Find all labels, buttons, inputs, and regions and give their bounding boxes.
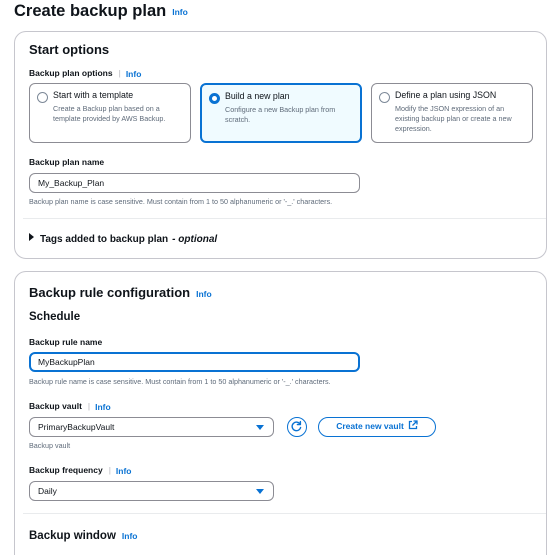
- radio-json[interactable]: [379, 92, 390, 103]
- plan-options-info-link[interactable]: Info: [126, 69, 142, 79]
- page-title: Create backup plan Info: [14, 2, 188, 21]
- option-title: Start with a template: [53, 90, 134, 100]
- divider: [23, 513, 546, 514]
- tags-label: Tags added to backup plan: [40, 234, 169, 245]
- plan-options-label: Backup plan options | Info: [29, 68, 141, 79]
- frequency-label: Backup frequency | Info: [29, 465, 132, 476]
- vault-info-link[interactable]: Info: [95, 402, 111, 412]
- option-title: Define a plan using JSON: [395, 90, 497, 100]
- backup-window-heading-text: Backup window: [29, 530, 116, 542]
- label-separator: |: [118, 68, 121, 78]
- frequency-info-link[interactable]: Info: [116, 466, 132, 476]
- refresh-icon: [291, 420, 302, 432]
- refresh-vaults-button[interactable]: [287, 417, 307, 437]
- option-description: Configure a new Backup plan from scratch…: [225, 105, 336, 124]
- page-title-text: Create backup plan: [14, 2, 167, 20]
- frequency-select-value: Daily: [38, 486, 57, 496]
- schedule-heading: Schedule: [29, 311, 81, 323]
- rule-config-info-link[interactable]: Info: [196, 289, 212, 299]
- vault-label-text: Backup vault: [29, 401, 82, 411]
- caret-right-icon: [29, 233, 34, 241]
- tags-expander[interactable]: Tags added to backup plan - optional: [29, 233, 217, 245]
- start-options-panel: Start options Backup plan options | Info S…: [14, 31, 547, 259]
- label-separator: |: [108, 465, 111, 475]
- backup-window-heading: Backup window Info: [29, 530, 137, 542]
- option-description: Create a Backup plan based on a template…: [53, 104, 166, 123]
- plan-name-label: Backup plan name: [29, 157, 105, 167]
- option-tile-template[interactable]: Start with a template Create a Backup pl…: [29, 83, 191, 143]
- vault-help: Backup vault: [29, 441, 71, 450]
- rule-name-input[interactable]: MyBackupPlan: [29, 352, 360, 372]
- radio-template[interactable]: [37, 92, 48, 103]
- plan-name-input[interactable]: My_Backup_Plan: [29, 173, 360, 193]
- backup-window-info-link[interactable]: Info: [122, 531, 138, 541]
- plan-name-help: Backup plan name is case sensitive. Must…: [29, 197, 333, 206]
- frequency-label-text: Backup frequency: [29, 465, 103, 475]
- vault-select-value: PrimaryBackupVault: [38, 422, 115, 432]
- option-title: Build a new plan: [225, 91, 290, 101]
- plan-options-label-text: Backup plan options: [29, 68, 113, 78]
- page-info-link[interactable]: Info: [172, 7, 188, 17]
- start-options-heading: Start options: [29, 42, 110, 57]
- option-description: Modify the JSON expression of an existin…: [395, 104, 512, 133]
- option-tile-build-new[interactable]: Build a new plan Configure a new Backup …: [200, 83, 362, 143]
- radio-build-new[interactable]: [209, 93, 220, 104]
- vault-label: Backup vault | Info: [29, 401, 111, 412]
- rule-name-help: Backup rule name is case sensitive. Must…: [29, 377, 331, 386]
- option-tile-json[interactable]: Define a plan using JSON Modify the JSON…: [371, 83, 533, 143]
- rule-name-label: Backup rule name: [29, 337, 103, 347]
- caret-down-icon: [256, 425, 264, 430]
- external-link-icon: [408, 420, 418, 430]
- rule-config-heading: Backup rule configuration Info: [29, 285, 212, 300]
- vault-select[interactable]: PrimaryBackupVault: [29, 417, 274, 437]
- label-separator: |: [87, 401, 91, 411]
- caret-down-icon: [256, 489, 264, 494]
- tags-optional: - optional: [172, 234, 218, 245]
- rule-config-panel: Backup rule configuration Info Schedule B…: [14, 271, 547, 555]
- create-new-vault-button[interactable]: Create new vault: [318, 417, 436, 437]
- frequency-select[interactable]: Daily: [29, 481, 274, 501]
- create-vault-label: Create new vault: [336, 421, 404, 431]
- rule-config-heading-text: Backup rule configuration: [29, 285, 191, 300]
- divider: [23, 218, 546, 219]
